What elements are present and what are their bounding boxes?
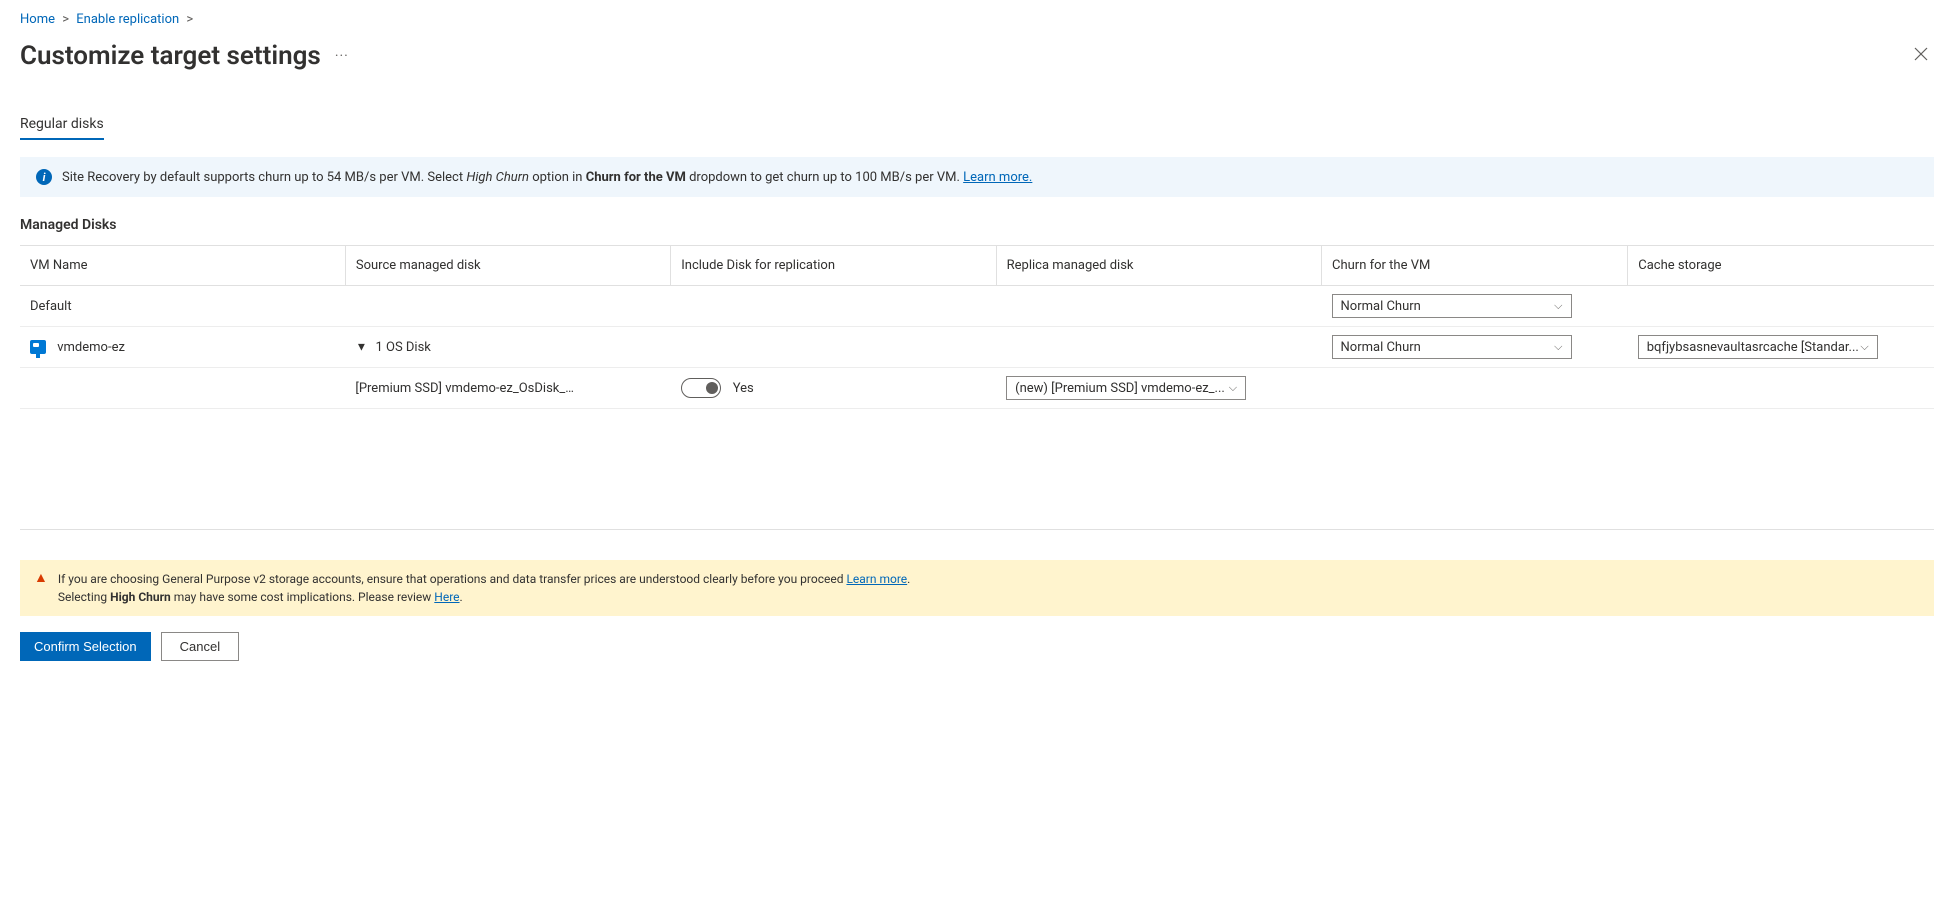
table-header-row: VM Name Source managed disk Include Disk… <box>20 246 1934 286</box>
tab-regular-disks[interactable]: Regular disks <box>20 110 104 140</box>
info-text: dropdown to get churn up to 100 MB/s per… <box>686 170 963 185</box>
th-replica-disk: Replica managed disk <box>996 246 1321 286</box>
dropdown-label: (new) [Premium SSD] vmdemo-ez_... <box>1015 381 1225 396</box>
cache-storage-dropdown[interactable]: bqfjybsasnevaultasrcache [Standar... ⌵ <box>1638 335 1878 359</box>
breadcrumb-enable-replication[interactable]: Enable replication <box>76 12 179 27</box>
breadcrumb-sep: > <box>58 12 73 27</box>
replica-disk-dropdown[interactable]: (new) [Premium SSD] vmdemo-ez_... ⌵ <box>1006 376 1246 400</box>
warn-text: If you are choosing General Purpose v2 s… <box>58 572 847 586</box>
table-row-vm: vmdemo-ez ▼ 1 OS Disk Normal Churn ⌵ bqf… <box>20 327 1934 368</box>
include-disk-toggle[interactable] <box>681 378 721 398</box>
vm-icon <box>30 340 46 354</box>
managed-disks-table: VM Name Source managed disk Include Disk… <box>20 245 1934 409</box>
info-bold: Churn for the VM <box>586 170 686 185</box>
breadcrumb-home[interactable]: Home <box>20 12 55 27</box>
info-learn-more-link[interactable]: Learn more. <box>963 170 1032 185</box>
warn-bold: High Churn <box>110 590 171 604</box>
page-title: Customize target settings <box>20 41 321 71</box>
include-disk-value: Yes <box>733 381 754 396</box>
warning-icon: ▲ <box>34 570 48 587</box>
table-row-disk: [Premium SSD] vmdemo-ez_OsDisk_1_... Yes… <box>20 368 1934 409</box>
dropdown-label: bqfjybsasnevaultasrcache [Standar... <box>1647 340 1859 355</box>
breadcrumb-sep: > <box>182 12 197 27</box>
th-vm-name: VM Name <box>20 246 345 286</box>
warn-learn-more-link[interactable]: Learn more <box>846 572 907 586</box>
info-italic: High Churn <box>466 170 529 185</box>
more-icon[interactable]: ··· <box>335 48 349 64</box>
source-disk-name: [Premium SSD] vmdemo-ez_OsDisk_1_... <box>355 381 575 396</box>
cancel-button[interactable]: Cancel <box>161 632 239 661</box>
default-churn-dropdown[interactable]: Normal Churn ⌵ <box>1332 294 1572 318</box>
info-icon: i <box>36 169 52 185</box>
warn-text: Selecting <box>58 590 110 604</box>
confirm-selection-button[interactable]: Confirm Selection <box>20 632 151 661</box>
breadcrumb: Home > Enable replication > <box>20 10 1934 35</box>
warn-text: may have some cost implications. Please … <box>171 590 435 604</box>
cell-default-label: Default <box>20 286 345 327</box>
th-cache: Cache storage <box>1628 246 1934 286</box>
warn-text: . <box>907 572 910 586</box>
chevron-down-icon: ⌵ <box>1229 381 1237 395</box>
th-source-disk: Source managed disk <box>345 246 670 286</box>
th-churn: Churn for the VM <box>1322 246 1628 286</box>
vm-churn-dropdown[interactable]: Normal Churn ⌵ <box>1332 335 1572 359</box>
warn-here-link[interactable]: Here <box>434 590 459 604</box>
close-icon[interactable] <box>1908 39 1934 72</box>
dropdown-label: Normal Churn <box>1341 299 1421 314</box>
tabs: Regular disks <box>20 110 1934 141</box>
chevron-down-icon: ⌵ <box>1860 340 1868 354</box>
warn-text: . <box>460 590 463 604</box>
dropdown-label: Normal Churn <box>1341 340 1421 355</box>
chevron-down-icon: ⌵ <box>1554 340 1562 354</box>
info-text: Site Recovery by default supports churn … <box>62 170 466 185</box>
toggle-knob <box>706 382 718 394</box>
section-managed-disks: Managed Disks <box>20 217 1934 233</box>
disk-summary: 1 OS Disk <box>375 340 430 355</box>
info-text: option in <box>529 170 586 185</box>
chevron-down-icon: ⌵ <box>1554 299 1562 313</box>
table-row-default: Default Normal Churn ⌵ <box>20 286 1934 327</box>
vm-name: vmdemo-ez <box>57 340 125 355</box>
info-banner: i Site Recovery by default supports chur… <box>20 157 1934 197</box>
th-include-disk: Include Disk for replication <box>671 246 996 286</box>
caret-down-icon[interactable]: ▼ <box>356 340 368 354</box>
warning-banner: ▲ If you are choosing General Purpose v2… <box>20 560 1934 616</box>
